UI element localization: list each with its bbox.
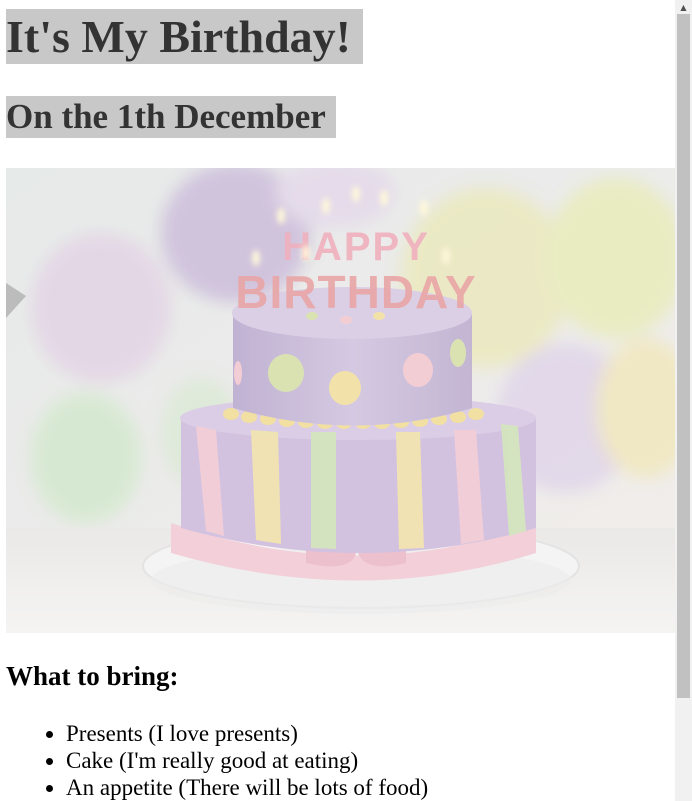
list-item: An appetite (There will be lots of food): [66, 774, 428, 801]
list-item: Presents (I love presents): [66, 720, 428, 747]
what-to-bring-list: Presents (I love presents) Cake (I'm rea…: [26, 720, 428, 801]
page-viewport: It's My Birthday! On the 1th December HA…: [0, 0, 675, 801]
vertical-scrollbar[interactable]: ▲: [675, 0, 692, 801]
list-item: Cake (I'm really good at eating): [66, 747, 428, 774]
what-to-bring-heading: What to bring:: [6, 661, 179, 691]
page-subtitle: On the 1th December: [6, 96, 336, 138]
page-title: It's My Birthday!: [6, 9, 363, 64]
scroll-up-arrow-icon[interactable]: ▲: [675, 0, 692, 14]
scrollbar-thumb[interactable]: [677, 14, 690, 698]
birthday-cake-image: HAPPY BIRTHDAY: [6, 168, 675, 633]
